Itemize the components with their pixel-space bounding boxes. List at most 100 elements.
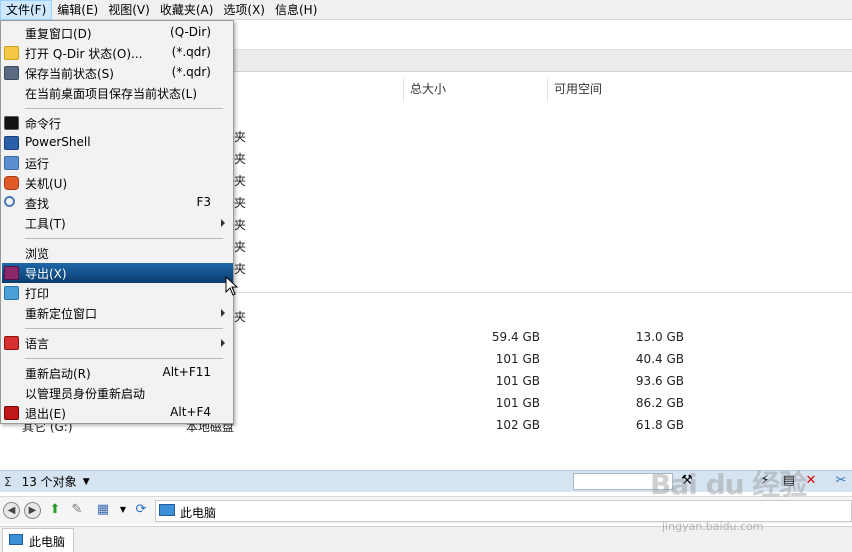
menu-item-shortcut: (Q-Dir) — [170, 25, 211, 39]
list-item[interactable]: 夹 — [234, 260, 246, 277]
menu-item-tools[interactable]: 工具(T) — [2, 213, 233, 233]
menu-item-print[interactable]: 打印 — [2, 283, 233, 303]
printer-icon — [4, 286, 19, 300]
refresh-icon[interactable]: ⟳ — [132, 501, 150, 519]
menu-item-exit[interactable]: 退出(E) Alt+F4 — [2, 403, 233, 423]
menu-item-label: 语言 — [25, 337, 50, 351]
new-folder-icon[interactable]: ✎ — [68, 501, 86, 519]
file-menu: 重复窗口(D) (Q-Dir) 打开 Q-Dir 状态(O)... (*.qdr… — [0, 20, 234, 424]
menu-item-language[interactable]: 语言 — [2, 333, 233, 353]
menu-item-label: PowerShell — [25, 135, 91, 149]
chevron-down-icon[interactable]: ▼ — [83, 477, 90, 487]
menu-options[interactable]: 选项(X) — [218, 0, 270, 20]
path-input[interactable]: 此电脑 — [155, 500, 852, 522]
menu-item-duplicate-window[interactable]: 重复窗口(D) (Q-Dir) — [2, 23, 233, 43]
menu-separator — [25, 358, 223, 359]
menu-item-label: 打印 — [25, 287, 50, 301]
list-item[interactable]: 夹 — [234, 238, 246, 255]
search-icon — [4, 196, 15, 207]
list-item[interactable]: 夹 — [234, 172, 246, 189]
menu-item-save-state[interactable]: 保存当前状态(S) (*.qdr) — [2, 63, 233, 83]
drive-free: 13.0 GB — [635, 330, 684, 344]
menu-item-save-desktop-state[interactable]: 在当前桌面项目保存当前状态(L) — [2, 83, 233, 103]
powershell-icon — [4, 136, 19, 150]
submenu-arrow-icon — [221, 339, 225, 347]
menu-separator — [25, 238, 223, 239]
menu-item-label: 查找 — [25, 197, 50, 211]
menu-item-shortcut: (*.qdr) — [171, 65, 211, 79]
list-item[interactable]: 夹 — [234, 308, 246, 325]
menu-file[interactable]: 文件(F) — [0, 0, 53, 20]
drive-free: 86.2 GB — [635, 396, 684, 410]
menu-favorites[interactable]: 收藏夹(A) — [155, 0, 219, 20]
computer-icon — [9, 534, 23, 545]
computer-icon — [159, 504, 175, 516]
list-item[interactable]: 夹 — [234, 150, 246, 167]
menu-view[interactable]: 视图(V) — [103, 0, 155, 20]
column-total-size[interactable]: 总大小 — [403, 78, 547, 102]
power-icon — [4, 176, 19, 190]
menu-edit[interactable]: 编辑(E) — [52, 0, 103, 20]
menu-separator — [25, 108, 223, 109]
tab-this-pc[interactable]: 此电脑 — [2, 528, 74, 552]
menu-item-browse[interactable]: 浏览 — [2, 243, 233, 263]
drive-total: 101 GB — [495, 396, 540, 410]
watermark-url: jingyan.baidu.com — [662, 520, 764, 533]
language-flag-icon — [4, 336, 19, 350]
up-folder-icon[interactable]: ⬆ — [46, 501, 64, 519]
scissors-icon[interactable]: ✂ — [832, 472, 850, 490]
list-item[interactable]: 夹 — [234, 128, 246, 145]
menu-item-label: 以管理员身份重新启动 — [25, 387, 146, 401]
sigma-icon: Σ — [4, 474, 12, 489]
menu-item-shortcut: (*.qdr) — [171, 45, 211, 59]
tab-label: 此电脑 — [29, 535, 66, 549]
menu-item-restart-as-admin[interactable]: 以管理员身份重新启动 — [2, 383, 233, 403]
menu-item-label: 导出(X) — [25, 267, 67, 281]
menu-item-label: 保存当前状态(S) — [25, 67, 114, 81]
view-icon[interactable]: ▦ — [94, 501, 112, 519]
drive-free: 93.6 GB — [635, 374, 684, 388]
path-text: 此电脑 — [180, 506, 217, 520]
drive-free: 61.8 GB — [635, 418, 684, 432]
menu-item-reposition-window[interactable]: 重新定位窗口 — [2, 303, 233, 323]
list-item[interactable]: 夹 — [234, 216, 246, 233]
column-free-space[interactable]: 可用空间 — [547, 78, 687, 102]
back-icon[interactable]: ◀ — [3, 502, 20, 519]
menu-item-label: 重新启动(R) — [25, 367, 91, 381]
list-item[interactable]: 夹 — [234, 194, 246, 211]
menu-item-command-line[interactable]: 命令行 — [2, 113, 233, 133]
menubar: 文件(F) 编辑(E) 视图(V) 收藏夹(A) 选项(X) 信息(H) — [0, 0, 852, 20]
menu-item-label: 重复窗口(D) — [25, 27, 92, 41]
drive-total: 59.4 GB — [491, 330, 540, 344]
chevron-down-icon[interactable]: ▼ — [114, 501, 132, 519]
drive-total: 101 GB — [495, 352, 540, 366]
menu-item-label: 命令行 — [25, 117, 62, 131]
submenu-arrow-icon — [221, 219, 225, 227]
menu-item-label: 浏览 — [25, 247, 50, 261]
drive-free: 40.4 GB — [635, 352, 684, 366]
menu-item-find[interactable]: 查找 F3 — [2, 193, 233, 213]
menu-item-powershell[interactable]: PowerShell — [2, 133, 233, 153]
menu-item-restart[interactable]: 重新启动(R) Alt+F11 — [2, 363, 233, 383]
menu-item-shortcut: Alt+F11 — [162, 365, 211, 379]
drive-total: 101 GB — [495, 374, 540, 388]
terminal-icon — [4, 116, 19, 130]
menu-info[interactable]: 信息(H) — [270, 0, 322, 20]
menu-item-label: 打开 Q-Dir 状态(O)... — [25, 47, 143, 61]
menu-item-label: 运行 — [25, 157, 50, 171]
menu-item-label: 退出(E) — [25, 407, 66, 421]
exit-icon — [4, 406, 19, 420]
group-divider — [234, 292, 852, 293]
menu-item-label: 工具(T) — [25, 217, 66, 231]
mouse-cursor-icon — [225, 276, 239, 296]
menu-item-export[interactable]: 导出(X) — [2, 263, 233, 283]
menu-item-shutdown[interactable]: 关机(U) — [2, 173, 233, 193]
menu-item-label: 在当前桌面项目保存当前状态(L) — [25, 87, 198, 101]
menu-separator — [25, 328, 223, 329]
menu-item-shortcut: F3 — [196, 195, 211, 209]
menu-item-open-state[interactable]: 打开 Q-Dir 状态(O)... (*.qdr) — [2, 43, 233, 63]
object-count[interactable]: 13 个对象 — [22, 473, 77, 490]
menu-item-label: 关机(U) — [25, 177, 68, 191]
forward-icon[interactable]: ▶ — [24, 502, 41, 519]
menu-item-run[interactable]: 运行 — [2, 153, 233, 173]
